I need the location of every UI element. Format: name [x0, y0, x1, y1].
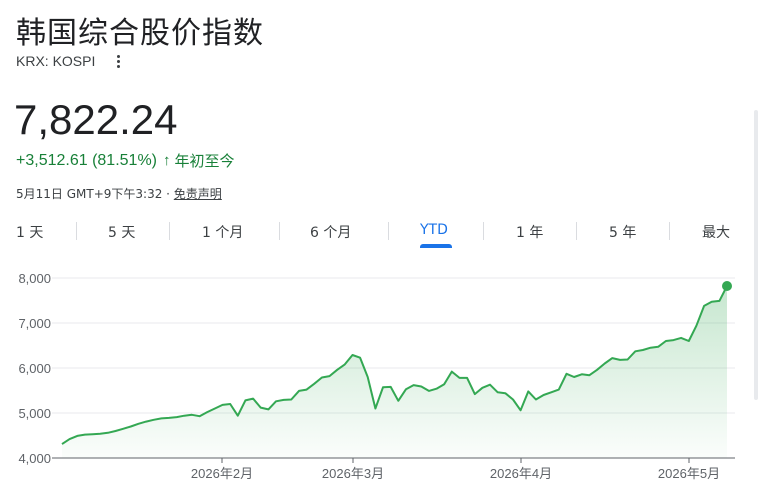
tab-5d[interactable]: 5 天 — [108, 222, 135, 242]
tab-divider — [483, 222, 484, 240]
price-change: +3,512.61 (81.51%) — [16, 151, 157, 169]
price-area — [62, 286, 727, 458]
active-tab-indicator — [420, 244, 452, 248]
tab-1m[interactable]: 1 个月 — [202, 222, 243, 242]
tab-1y[interactable]: 1 年 — [516, 222, 543, 242]
tab-ytd[interactable]: YTD — [420, 222, 448, 238]
last-price-dot[interactable] — [722, 280, 732, 291]
y-tick-label: 4,000 — [18, 451, 51, 466]
change-period: 年初至今 — [174, 152, 235, 170]
price-chart[interactable]: 8,000 7,000 6,000 5,000 4,000 2026年2月 2026年3月… — [0, 262, 758, 502]
tab-divider — [576, 222, 577, 240]
y-tick-label: 6,000 — [18, 361, 51, 376]
page-title: 韩国综合股价指数 — [16, 16, 264, 51]
y-tick-label: 5,000 — [18, 406, 51, 421]
arrow-up-icon: ↑ — [163, 152, 171, 169]
x-tick-label: 2026年3月 — [322, 466, 384, 481]
tab-5y[interactable]: 5 年 — [609, 222, 636, 242]
tab-divider — [388, 222, 389, 240]
tab-6m[interactable]: 6 个月 — [310, 222, 351, 242]
timestamp: 5月11日 GMT+9下午3:32 · — [16, 187, 174, 201]
tab-divider — [279, 222, 280, 240]
more-vert-icon[interactable] — [111, 53, 125, 69]
tab-divider — [76, 222, 77, 240]
tab-divider — [169, 222, 170, 240]
range-tabs: 1 天 5 天 1 个月 6 个月 YTD 1 年 5 年 最大 — [0, 214, 758, 248]
ticker-symbol: KRX: KOSPI — [16, 53, 96, 69]
timestamp-row: 5月11日 GMT+9下午3:32 · 免责声明 — [16, 185, 222, 202]
x-axis-ticks: 2026年2月 2026年3月 2026年4月 2026年5月 — [191, 458, 720, 481]
tab-1d[interactable]: 1 天 — [16, 222, 43, 242]
current-price: 7,822.24 — [14, 96, 178, 143]
x-tick-label: 2026年2月 — [191, 466, 253, 481]
disclaimer-link[interactable]: 免责声明 — [174, 187, 222, 201]
tab-max[interactable]: 最大 — [702, 222, 730, 242]
x-tick-label: 2026年5月 — [658, 466, 720, 481]
tab-divider — [669, 222, 670, 240]
ticker-row: KRX: KOSPI — [16, 53, 125, 69]
y-tick-label: 8,000 — [18, 271, 51, 286]
x-tick-label: 2026年4月 — [490, 466, 552, 481]
y-axis-labels: 8,000 7,000 6,000 5,000 4,000 — [18, 271, 51, 466]
y-tick-label: 7,000 — [18, 316, 51, 331]
price-change-row: +3,512.61 (81.51%) ↑ 年初至今 — [16, 150, 235, 171]
